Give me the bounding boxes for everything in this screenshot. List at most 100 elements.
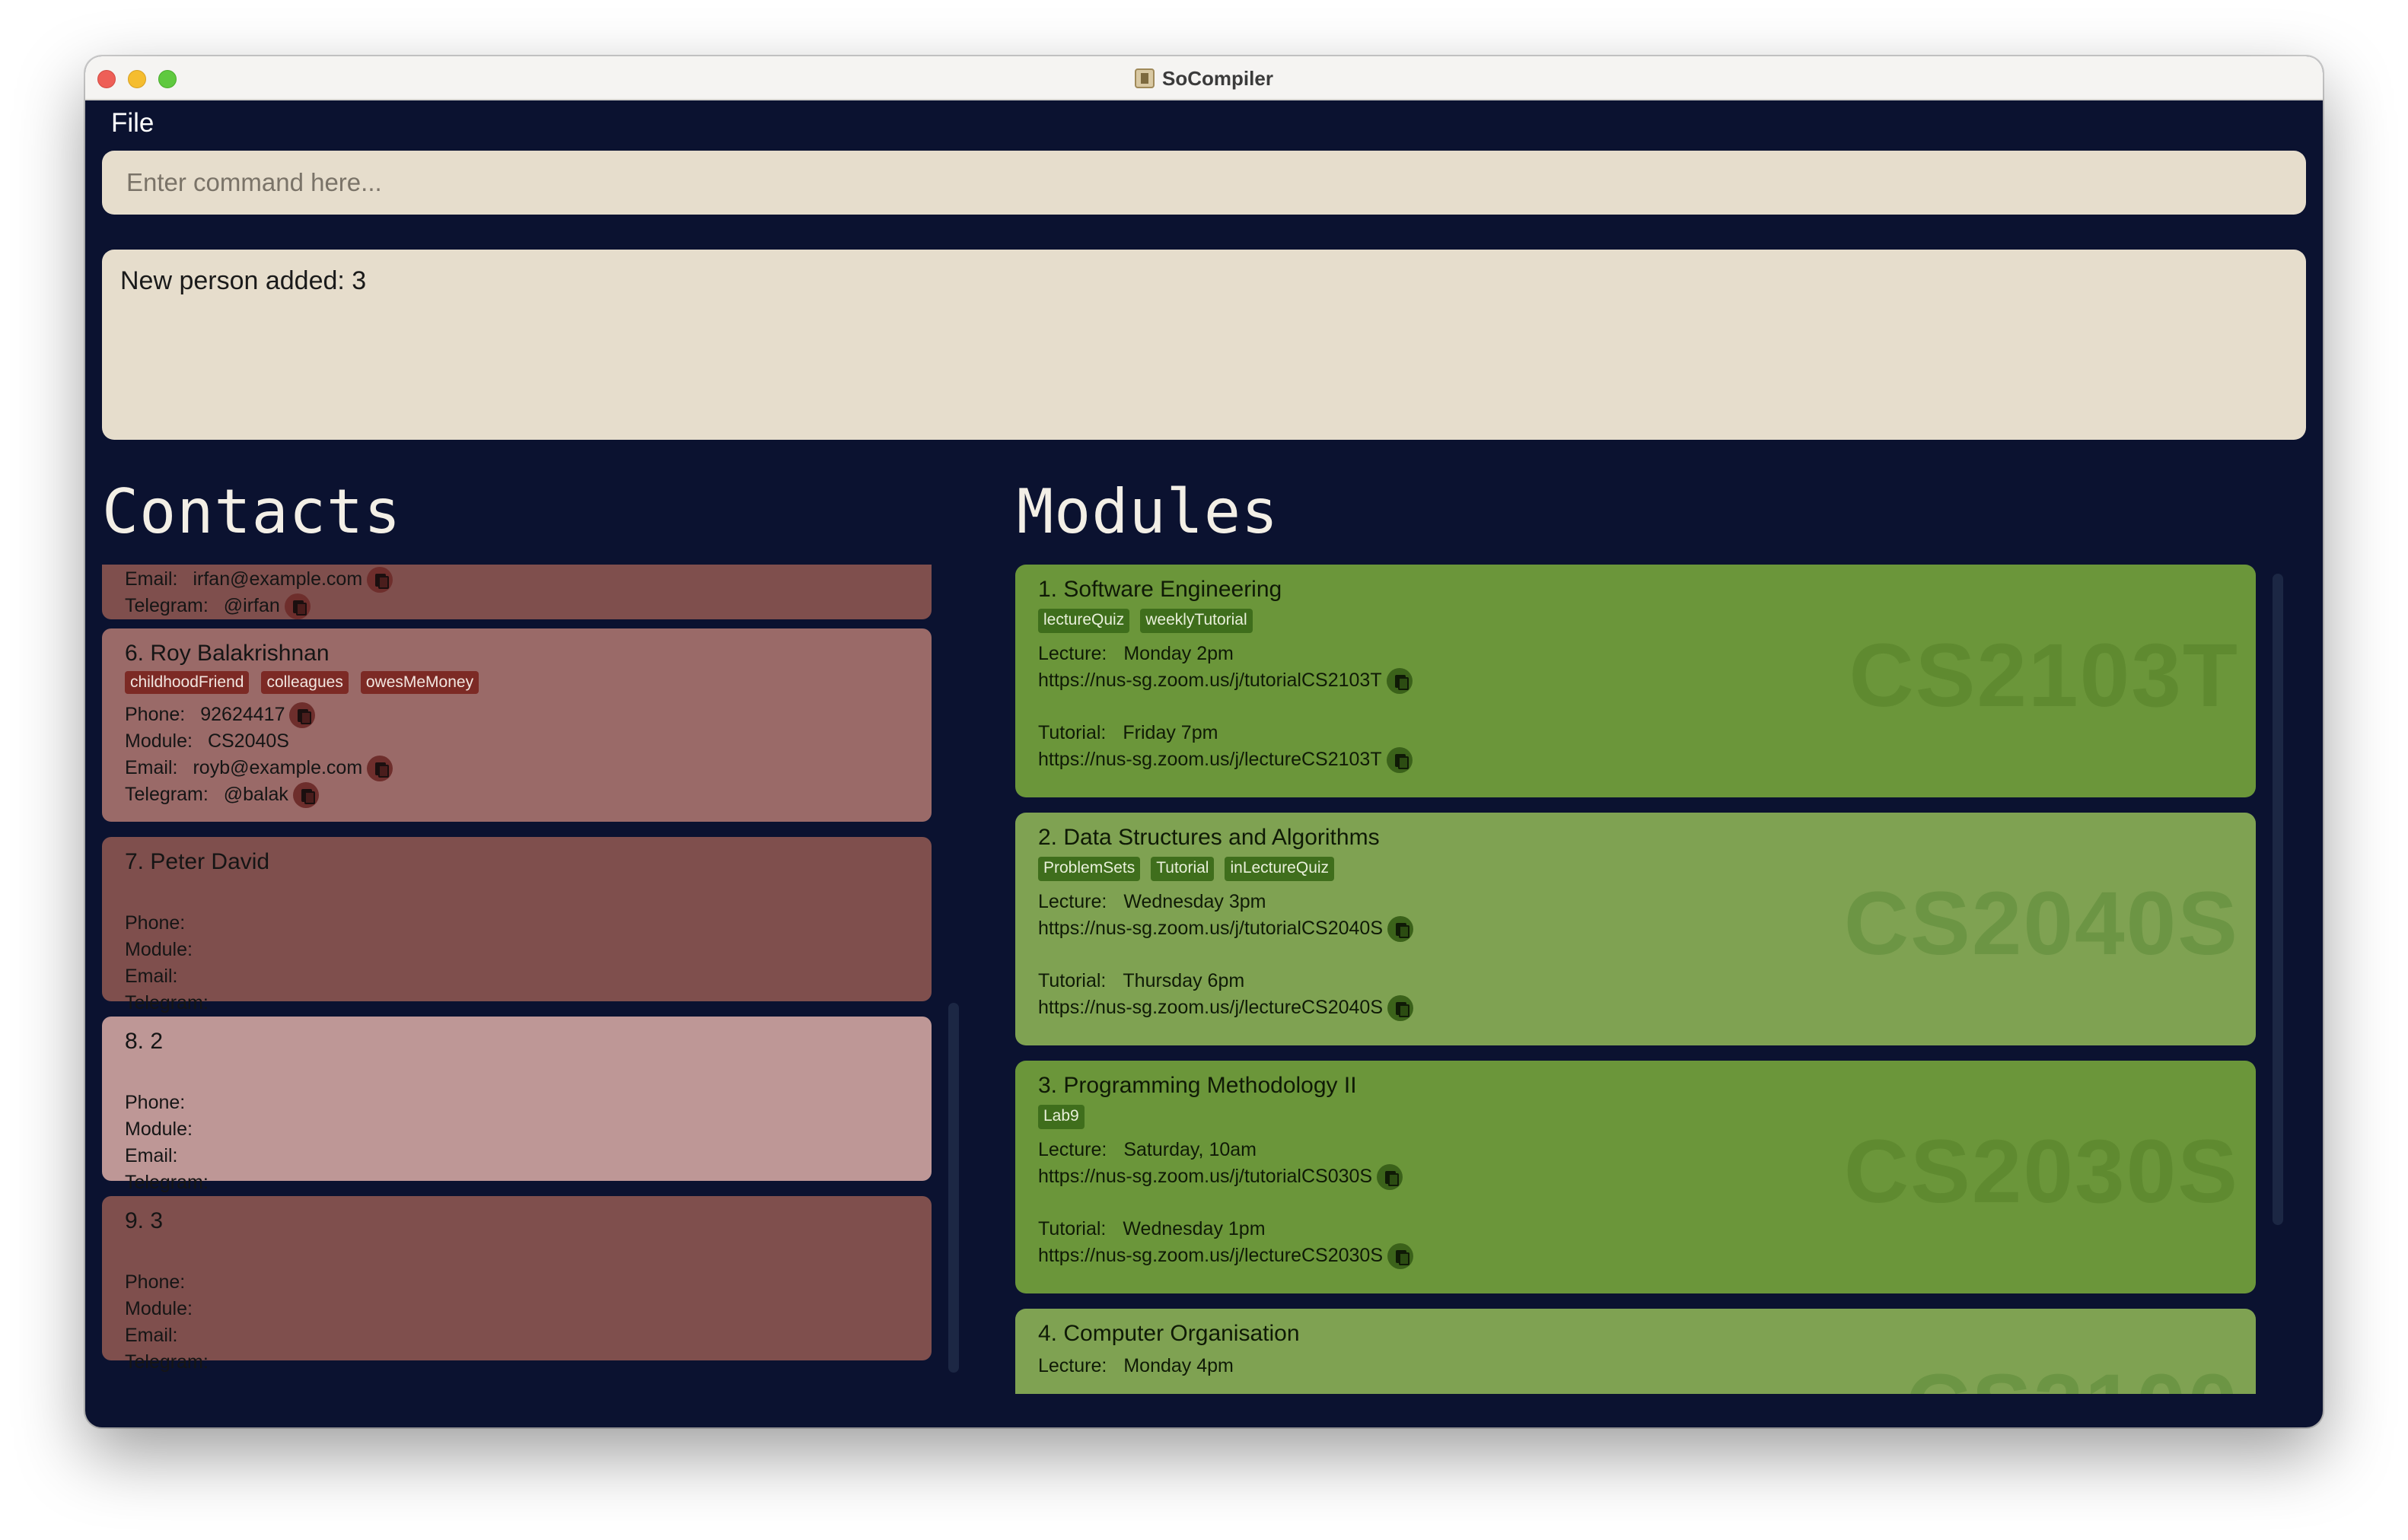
contact-tags [125,1059,909,1082]
lecture-label: Lecture: [1038,1355,1107,1376]
telegram-label: Telegram: [125,992,209,1013]
contact-name: 3 [150,1208,164,1233]
lecture-link[interactable]: https://nus-sg.zoom.us/j/tutorialCS2103T [1038,667,1382,694]
contact-card[interactable]: 6. Roy Balakrishnan childhoodFriend coll… [102,628,932,822]
module-code: CS2030S [1843,1122,2239,1222]
tutorial-label: Tutorial: [1038,1218,1107,1239]
tutorial-link[interactable]: https://nus-sg.zoom.us/j/lectureCS2103T [1038,746,1382,773]
contacts-list[interactable]: Email: irfan@example.com Telegram: @irfa… [102,565,932,1380]
phone-label: Phone: [125,1271,186,1293]
contact-telegram: @irfan [223,595,280,616]
email-label: Email: [125,568,178,590]
title-bar: SoCompiler [85,56,2323,100]
tag: Tutorial [1151,857,1215,881]
telegram-label: Telegram: [125,595,209,616]
module-code: CS2100 [1906,1354,2239,1394]
copy-icon[interactable] [1386,667,1413,694]
module-index: 1. [1038,577,1058,602]
contact-email: irfan@example.com [193,568,363,590]
tutorial-label: Tutorial: [1038,970,1107,991]
contact-module: CS2040S [207,730,289,752]
module-index: 3. [1038,1073,1058,1098]
tag: lectureQuiz [1038,609,1130,633]
window-title: SoCompiler [1162,66,1273,90]
tutorial-link[interactable]: https://nus-sg.zoom.us/j/lectureCS2040S [1038,994,1383,1021]
contact-phone: 92624417 [200,704,285,725]
module-label: Module: [125,939,193,960]
copy-icon[interactable] [367,566,393,593]
tutorial-time: Friday 7pm [1123,722,1218,743]
copy-icon[interactable] [367,755,393,781]
module-label: Module: [125,1118,193,1140]
copy-icon[interactable] [1387,915,1414,942]
telegram-label: Telegram: [125,784,209,805]
lecture-label: Lecture: [1038,1139,1107,1160]
email-label: Email: [125,757,178,778]
contact-tags [125,1239,909,1262]
tag: inLectureQuiz [1225,857,1335,881]
telegram-label: Telegram: [125,1351,209,1373]
lecture-time: Monday 2pm [1123,643,1234,664]
lecture-link[interactable]: https://nus-sg.zoom.us/j/tutorialCS030S [1038,1163,1372,1190]
module-name: Programming Methodology II [1063,1073,1357,1098]
lecture-link[interactable]: https://nus-sg.zoom.us/j/tutorialCS2040S [1038,915,1383,942]
contact-card[interactable]: 9. 3 Phone: Module: Email: Telegram: [102,1196,932,1373]
copy-icon[interactable] [1387,1242,1414,1269]
app-window: SoCompiler File New person added: 3 Cont… [85,56,2323,1427]
module-code: CS2103T [1849,625,2239,726]
phone-label: Phone: [125,704,186,725]
copy-icon[interactable] [1386,746,1413,773]
contact-telegram: @balak [223,784,288,805]
result-display: New person added: 3 [102,250,2306,440]
lecture-time: Monday 4pm [1123,1355,1234,1376]
modules-scrollbar[interactable] [2273,574,2283,1225]
tutorial-label: Tutorial: [1038,722,1107,743]
lecture-time: Wednesday 3pm [1123,891,1266,912]
contact-card[interactable]: 8. 2 Phone: Module: Email: Telegram: [102,1017,932,1193]
lecture-label: Lecture: [1038,643,1107,664]
contact-name: Peter David [150,849,270,874]
module-name: Software Engineering [1063,577,1282,602]
tag: colleagues [261,671,349,694]
contact-name: 2 [150,1029,164,1054]
tutorial-link[interactable]: https://nus-sg.zoom.us/j/lectureCS2030S [1038,1242,1383,1269]
module-label: Module: [125,1298,193,1319]
contacts-scrollbar[interactable] [948,1003,959,1373]
copy-icon[interactable] [284,593,311,619]
menu-bar: File [111,108,154,138]
module-card[interactable]: CS2103T 1. Software Engineering lectureQ… [1015,565,2256,797]
copy-icon[interactable] [1377,1163,1403,1190]
phone-label: Phone: [125,912,186,934]
contact-index: 8. [125,1029,145,1054]
copy-icon[interactable] [289,702,316,728]
tag: Lab9 [1038,1105,1085,1129]
phone-label: Phone: [125,1092,186,1113]
module-index: 2. [1038,825,1058,850]
module-card[interactable]: CS2030S 3. Programming Methodology II La… [1015,1061,2256,1293]
lecture-time: Saturday, 10am [1123,1139,1257,1160]
tag: childhoodFriend [125,671,250,694]
telegram-label: Telegram: [125,1172,209,1193]
contact-email: royb@example.com [193,757,363,778]
contact-card[interactable]: 7. Peter David Phone: Module: Email: Tel… [102,837,932,1013]
tutorial-time: Wednesday 1pm [1123,1218,1266,1239]
contact-index: 9. [125,1208,145,1233]
copy-icon[interactable] [292,781,319,808]
contact-tags [125,880,909,902]
contact-card[interactable]: Email: irfan@example.com Telegram: @irfa… [102,565,932,619]
email-label: Email: [125,1145,178,1166]
contact-index: 6. [125,641,145,666]
command-input[interactable] [102,151,2306,215]
copy-icon[interactable] [1387,994,1414,1021]
module-code: CS2040S [1843,873,2239,974]
module-label: Module: [125,730,193,752]
module-card[interactable]: CS2040S 2. Data Structures and Algorithm… [1015,813,2256,1045]
module-card[interactable]: CS2100 4. Computer Organisation Lecture:… [1015,1309,2256,1394]
email-label: Email: [125,966,178,987]
menu-file[interactable]: File [111,108,154,138]
contacts-heading: Contacts [102,476,402,547]
tag: owesMeMoney [360,671,479,694]
modules-list[interactable]: CS2103T 1. Software Engineering lectureQ… [1015,565,2256,1394]
contact-tags: childhoodFriend colleagues owesMeMoney [125,671,909,694]
module-name: Data Structures and Algorithms [1063,825,1380,850]
